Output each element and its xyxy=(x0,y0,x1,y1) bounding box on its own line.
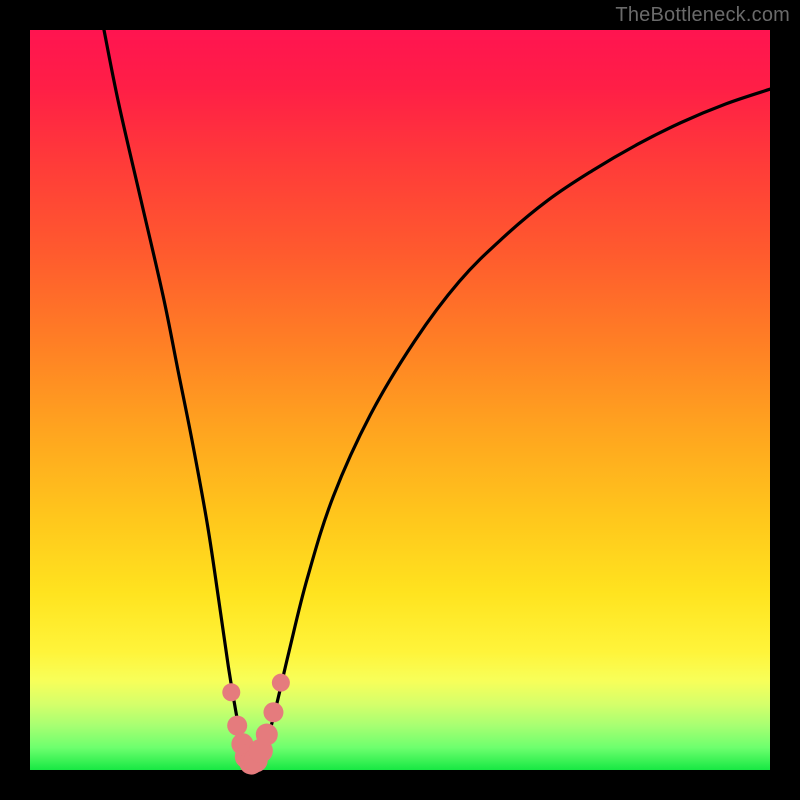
highlight-dot xyxy=(256,723,278,745)
chart-frame: TheBottleneck.com xyxy=(0,0,800,800)
watermark-text: TheBottleneck.com xyxy=(615,4,790,27)
highlight-dots xyxy=(222,674,290,775)
plot-area xyxy=(30,30,770,770)
highlight-dot xyxy=(222,683,240,701)
bottleneck-curve xyxy=(104,30,770,764)
curve-svg xyxy=(30,30,770,770)
highlight-dot xyxy=(272,674,290,692)
highlight-dot xyxy=(263,702,283,722)
highlight-dot xyxy=(227,716,247,736)
